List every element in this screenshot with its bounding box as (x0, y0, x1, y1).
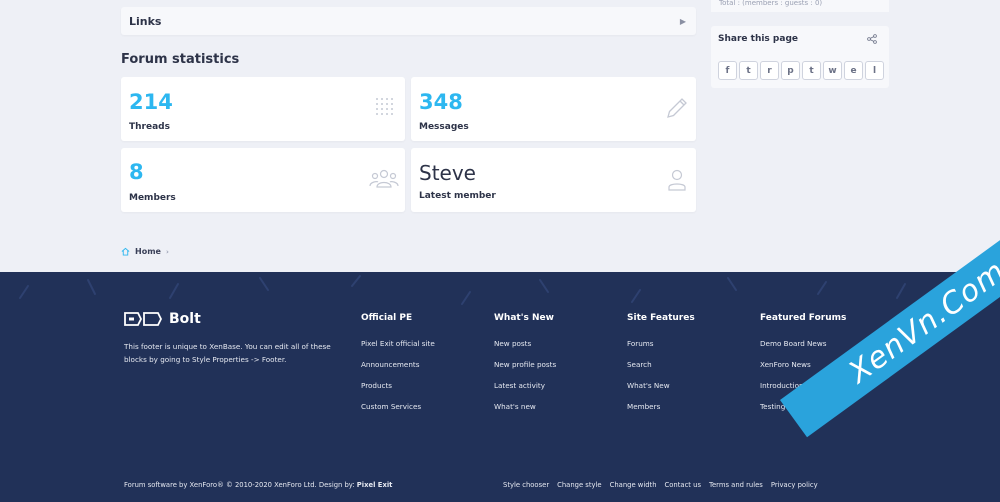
footer-copyright: Forum software by XenForo® © 2010-2020 X… (124, 481, 392, 489)
link-icon: l (872, 65, 877, 76)
twitter-icon: t (746, 65, 751, 76)
change-width-link[interactable]: Change width (610, 481, 657, 489)
chevron-right-icon: ▶ (679, 16, 686, 26)
footer-link[interactable]: What's new (494, 402, 556, 423)
share-icon[interactable] (867, 34, 877, 44)
footer-link[interactable]: New posts (494, 339, 556, 360)
designer-link[interactable]: Pixel Exit (357, 481, 393, 489)
threads-stat-card: 214 Threads (121, 77, 405, 141)
online-summary: Total : (members : guests : 0) (711, 0, 889, 12)
pencil-icon (667, 98, 687, 118)
members-label: Members (129, 193, 176, 203)
share-panel: Share this page f t r p t w e l (711, 26, 889, 88)
style-chooser-link[interactable]: Style chooser (503, 481, 549, 489)
footer-link[interactable]: Forums (627, 339, 695, 360)
footer-link[interactable]: What's New (627, 381, 695, 402)
terms-link[interactable]: Terms and rules (709, 481, 763, 489)
breadcrumb-separator: › (165, 247, 169, 256)
messages-label: Messages (419, 122, 469, 132)
copyright-text: Forum software by XenForo® © 2010-2020 X… (124, 481, 357, 489)
messages-count: 348 (419, 90, 463, 114)
footer-column-title: What's New (494, 313, 554, 323)
threads-count: 214 (129, 90, 173, 114)
footer-link[interactable]: Search (627, 360, 695, 381)
reddit-icon: r (767, 65, 772, 76)
footer-column-title: Featured Forums (760, 313, 847, 323)
latest-member-stat-card: Steve Latest member (411, 148, 696, 212)
share-title: Share this page (718, 34, 798, 44)
links-label: Links (129, 14, 162, 28)
footer-brand-name: Bolt (169, 311, 201, 327)
threads-label: Threads (129, 122, 170, 132)
footer-link[interactable]: Members (627, 402, 695, 423)
messages-stat-card: 348 Messages (411, 77, 696, 141)
members-stat-card: 8 Members (121, 148, 405, 212)
footer-link[interactable]: Products (361, 381, 435, 402)
pinterest-icon: p (787, 65, 794, 76)
contact-us-link[interactable]: Contact us (665, 481, 701, 489)
facebook-share-button[interactable]: f (718, 61, 737, 80)
footer-logo[interactable]: Bolt (124, 311, 201, 327)
footer-link[interactable]: Demo Board News (760, 339, 846, 360)
pinterest-share-button[interactable]: p (781, 61, 800, 80)
home-icon (121, 247, 130, 256)
whatsapp-share-button[interactable]: w (823, 61, 842, 80)
footer-link[interactable]: Custom Services (361, 402, 435, 423)
breadcrumb: Home › (121, 247, 169, 256)
privacy-policy-link[interactable]: Privacy policy (771, 481, 818, 489)
footer-column-title: Official PE (361, 313, 413, 323)
users-group-icon (369, 169, 399, 188)
members-count: 8 (129, 160, 144, 184)
breadcrumb-home-link[interactable]: Home (135, 247, 161, 256)
facebook-icon: f (725, 65, 730, 76)
change-style-link[interactable]: Change style (557, 481, 601, 489)
footer-link[interactable]: Announcements (361, 360, 435, 381)
link-share-button[interactable]: l (865, 61, 884, 80)
latest-member-name[interactable]: Steve (419, 161, 476, 185)
twitter-share-button[interactable]: t (739, 61, 758, 80)
footer-link[interactable]: Latest activity (494, 381, 556, 402)
tumblr-share-button[interactable]: t (802, 61, 821, 80)
email-icon: e (850, 65, 857, 76)
links-collapsible[interactable]: Links ▶ (121, 7, 696, 35)
bolt-logo-icon (124, 312, 162, 326)
tumblr-icon: t (809, 65, 814, 76)
footer-description: This footer is unique to XenBase. You ca… (124, 342, 331, 364)
footer-column-site-features: Site Features Forums Search What's New M… (627, 313, 695, 423)
footer-link[interactable]: Pixel Exit official site (361, 339, 435, 360)
footer-column-whats-new: What's New New posts New profile posts L… (494, 313, 556, 423)
email-share-button[interactable]: e (844, 61, 863, 80)
footer-link[interactable]: New profile posts (494, 360, 556, 381)
footer-column-title: Site Features (627, 313, 695, 323)
footer-column-official-pe: Official PE Pixel Exit official site Ann… (361, 313, 435, 423)
reddit-share-button[interactable]: r (760, 61, 779, 80)
footer-bottom-links: Style chooser Change style Change width … (503, 481, 818, 489)
user-icon (668, 169, 686, 191)
latest-member-label: Latest member (419, 191, 496, 201)
whatsapp-icon: w (828, 65, 837, 76)
forum-statistics-title: Forum statistics (121, 52, 240, 67)
grid-dots-icon (376, 98, 393, 115)
